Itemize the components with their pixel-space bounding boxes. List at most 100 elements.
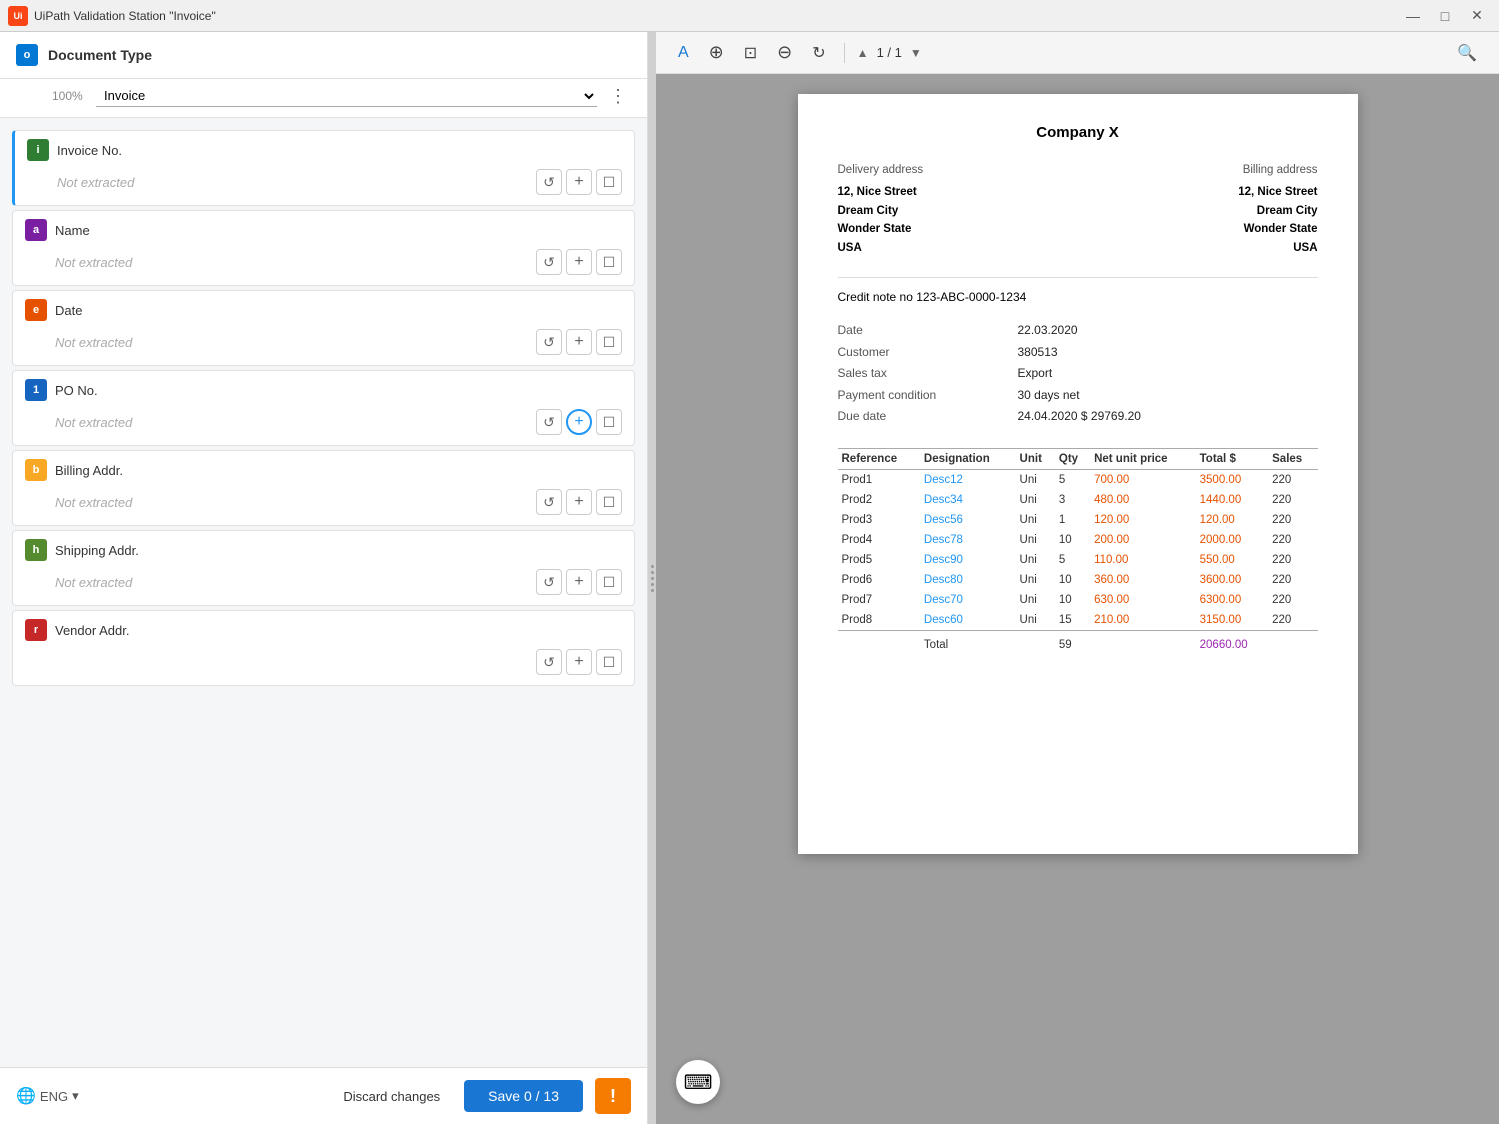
company-name: Company X bbox=[838, 124, 1318, 141]
doc-type-select[interactable]: Invoice bbox=[96, 85, 597, 107]
title-bar-title: UiPath Validation Station "Invoice" bbox=[34, 9, 216, 23]
undo-button-po-no[interactable] bbox=[536, 409, 562, 435]
add-button-name[interactable] bbox=[566, 249, 592, 275]
billing-address-label: Billing address bbox=[1238, 161, 1317, 179]
credit-note: Credit note no 123-ABC-0000-1234 bbox=[838, 277, 1318, 304]
undo-button-date[interactable] bbox=[536, 329, 562, 355]
maximize-button[interactable]: □ bbox=[1431, 6, 1459, 26]
undo-button-vendor-addr[interactable] bbox=[536, 649, 562, 675]
table-row: Prod5Desc90Uni5110.00550.00220 bbox=[838, 550, 1318, 570]
billing-line-2: Dream City bbox=[1238, 202, 1317, 220]
lang-chevron: ▾ bbox=[72, 1088, 79, 1104]
field-item-billing-addr[interactable]: bBilling Addr.Not extracted bbox=[12, 450, 635, 526]
billing-address-col: Billing address 12, Nice Street Dream Ci… bbox=[1238, 161, 1317, 257]
billing-line-1: 12, Nice Street bbox=[1238, 183, 1317, 201]
meta-row: Due date24.04.2020 $ 29769.20 bbox=[838, 406, 1318, 428]
select-button-invoice-no[interactable] bbox=[596, 169, 622, 195]
title-bar: Ui UiPath Validation Station "Invoice" —… bbox=[0, 0, 1499, 32]
add-button-shipping-addr[interactable] bbox=[566, 569, 592, 595]
select-button-shipping-addr[interactable] bbox=[596, 569, 622, 595]
doc-type-header: o Document Type bbox=[0, 32, 647, 79]
delivery-line-1: 12, Nice Street bbox=[838, 183, 924, 201]
main-container: o Document Type 100% Invoice ⋮ iInvoice … bbox=[0, 32, 1499, 1124]
keyboard-icon: ⌨ bbox=[684, 1070, 713, 1095]
discard-button[interactable]: Discard changes bbox=[331, 1083, 452, 1110]
confidence-label: 100% bbox=[52, 89, 88, 103]
delivery-line-2: Dream City bbox=[838, 202, 924, 220]
exclaim-button[interactable]: ! bbox=[595, 1078, 631, 1114]
undo-button-shipping-addr[interactable] bbox=[536, 569, 562, 595]
uipath-logo: Ui bbox=[8, 6, 28, 26]
table-row: Prod4Desc78Uni10200.002000.00220 bbox=[838, 530, 1318, 550]
fit-button[interactable]: ⊡ bbox=[738, 39, 763, 67]
delivery-line-3: Wonder State bbox=[838, 220, 924, 238]
minimize-button[interactable]: — bbox=[1399, 6, 1427, 26]
select-button-billing-addr[interactable] bbox=[596, 489, 622, 515]
save-button[interactable]: Save 0 / 13 bbox=[464, 1080, 583, 1112]
field-item-po-no[interactable]: 1PO No.Not extracted bbox=[12, 370, 635, 446]
doc-page: Company X Delivery address 12, Nice Stre… bbox=[798, 94, 1358, 854]
select-button-name[interactable] bbox=[596, 249, 622, 275]
language-button[interactable]: 🌐 ENG ▾ bbox=[16, 1086, 79, 1106]
add-button-vendor-addr[interactable] bbox=[566, 649, 592, 675]
table-row: Prod6Desc80Uni10360.003600.00220 bbox=[838, 570, 1318, 590]
line-items-table: ReferenceDesignationUnitQtyNet unit pric… bbox=[838, 448, 1318, 655]
keyboard-fab[interactable]: ⌨ bbox=[676, 1060, 720, 1104]
total-row: Total5920660.00 bbox=[838, 630, 1318, 655]
field-item-shipping-addr[interactable]: hShipping Addr.Not extracted bbox=[12, 530, 635, 606]
more-button[interactable]: ⋮ bbox=[605, 86, 631, 107]
field-item-invoice-no[interactable]: iInvoice No.Not extracted bbox=[12, 130, 635, 206]
page-nav: ▲ 1 / 1 ▼ bbox=[857, 45, 922, 60]
left-panel: o Document Type 100% Invoice ⋮ iInvoice … bbox=[0, 32, 648, 1124]
zoom-in-icon: ⊕ bbox=[709, 42, 724, 63]
select-button-vendor-addr[interactable] bbox=[596, 649, 622, 675]
field-icon-billing-addr: b bbox=[25, 459, 47, 481]
doc-addresses: Delivery address 12, Nice Street Dream C… bbox=[838, 161, 1318, 257]
field-item-name[interactable]: aNameNot extracted bbox=[12, 210, 635, 286]
next-page-button[interactable]: ▼ bbox=[910, 46, 922, 60]
undo-button-invoice-no[interactable] bbox=[536, 169, 562, 195]
text-tool-icon: A bbox=[678, 44, 689, 62]
undo-button-name[interactable] bbox=[536, 249, 562, 275]
doc-type-label: Document Type bbox=[48, 47, 631, 63]
add-button-invoice-no[interactable] bbox=[566, 169, 592, 195]
field-value-invoice-no: Not extracted bbox=[57, 175, 530, 190]
table-row: Prod1Desc12Uni5700.003500.00220 bbox=[838, 469, 1318, 490]
field-item-date[interactable]: e Date Not extracted bbox=[12, 290, 635, 366]
globe-icon: 🌐 bbox=[16, 1086, 36, 1106]
viewer-toolbar: A ⊕ ⊡ ⊖ ↻ ▲ 1 / 1 ▼ 🔍 bbox=[656, 32, 1499, 74]
field-icon-shipping-addr: h bbox=[25, 539, 47, 561]
close-button[interactable]: ✕ bbox=[1463, 6, 1491, 26]
field-icon-date: e bbox=[25, 299, 47, 321]
add-button-date[interactable] bbox=[566, 329, 592, 355]
zoom-out-icon: ⊖ bbox=[777, 42, 792, 63]
rotate-button[interactable]: ↻ bbox=[806, 39, 831, 67]
table-row: Prod3Desc56Uni1120.00120.00220 bbox=[838, 510, 1318, 530]
search-button[interactable]: 🔍 bbox=[1451, 39, 1483, 67]
field-icon-vendor-addr: r bbox=[25, 619, 47, 641]
zoom-out-button[interactable]: ⊖ bbox=[771, 38, 798, 67]
table-row: Prod7Desc70Uni10630.006300.00220 bbox=[838, 590, 1318, 610]
doc-type-icon: o bbox=[16, 44, 38, 66]
field-icon-po-no: 1 bbox=[25, 379, 47, 401]
zoom-in-button[interactable]: ⊕ bbox=[703, 38, 730, 67]
bottom-toolbar: 🌐 ENG ▾ Discard changes Save 0 / 13 ! bbox=[0, 1067, 647, 1124]
field-item-vendor-addr[interactable]: rVendor Addr. bbox=[12, 610, 635, 686]
select-button-date[interactable] bbox=[596, 329, 622, 355]
meta-row: Customer380513 bbox=[838, 342, 1318, 364]
search-icon: 🔍 bbox=[1457, 43, 1477, 63]
field-value-shipping-addr: Not extracted bbox=[55, 575, 530, 590]
panel-divider bbox=[648, 32, 656, 1124]
text-tool-button[interactable]: A bbox=[672, 40, 695, 66]
field-name-date: Date bbox=[55, 303, 82, 318]
delivery-address-col: Delivery address 12, Nice Street Dream C… bbox=[838, 161, 924, 257]
add-button-po-no[interactable] bbox=[566, 409, 592, 435]
add-button-billing-addr[interactable] bbox=[566, 489, 592, 515]
prev-page-button[interactable]: ▲ bbox=[857, 46, 869, 60]
select-button-po-no[interactable] bbox=[596, 409, 622, 435]
field-name-billing-addr: Billing Addr. bbox=[55, 463, 123, 478]
field-value-po-no: Not extracted bbox=[55, 415, 530, 430]
delivery-line-4: USA bbox=[838, 239, 924, 257]
undo-button-billing-addr[interactable] bbox=[536, 489, 562, 515]
field-value-date: Not extracted bbox=[55, 335, 530, 350]
